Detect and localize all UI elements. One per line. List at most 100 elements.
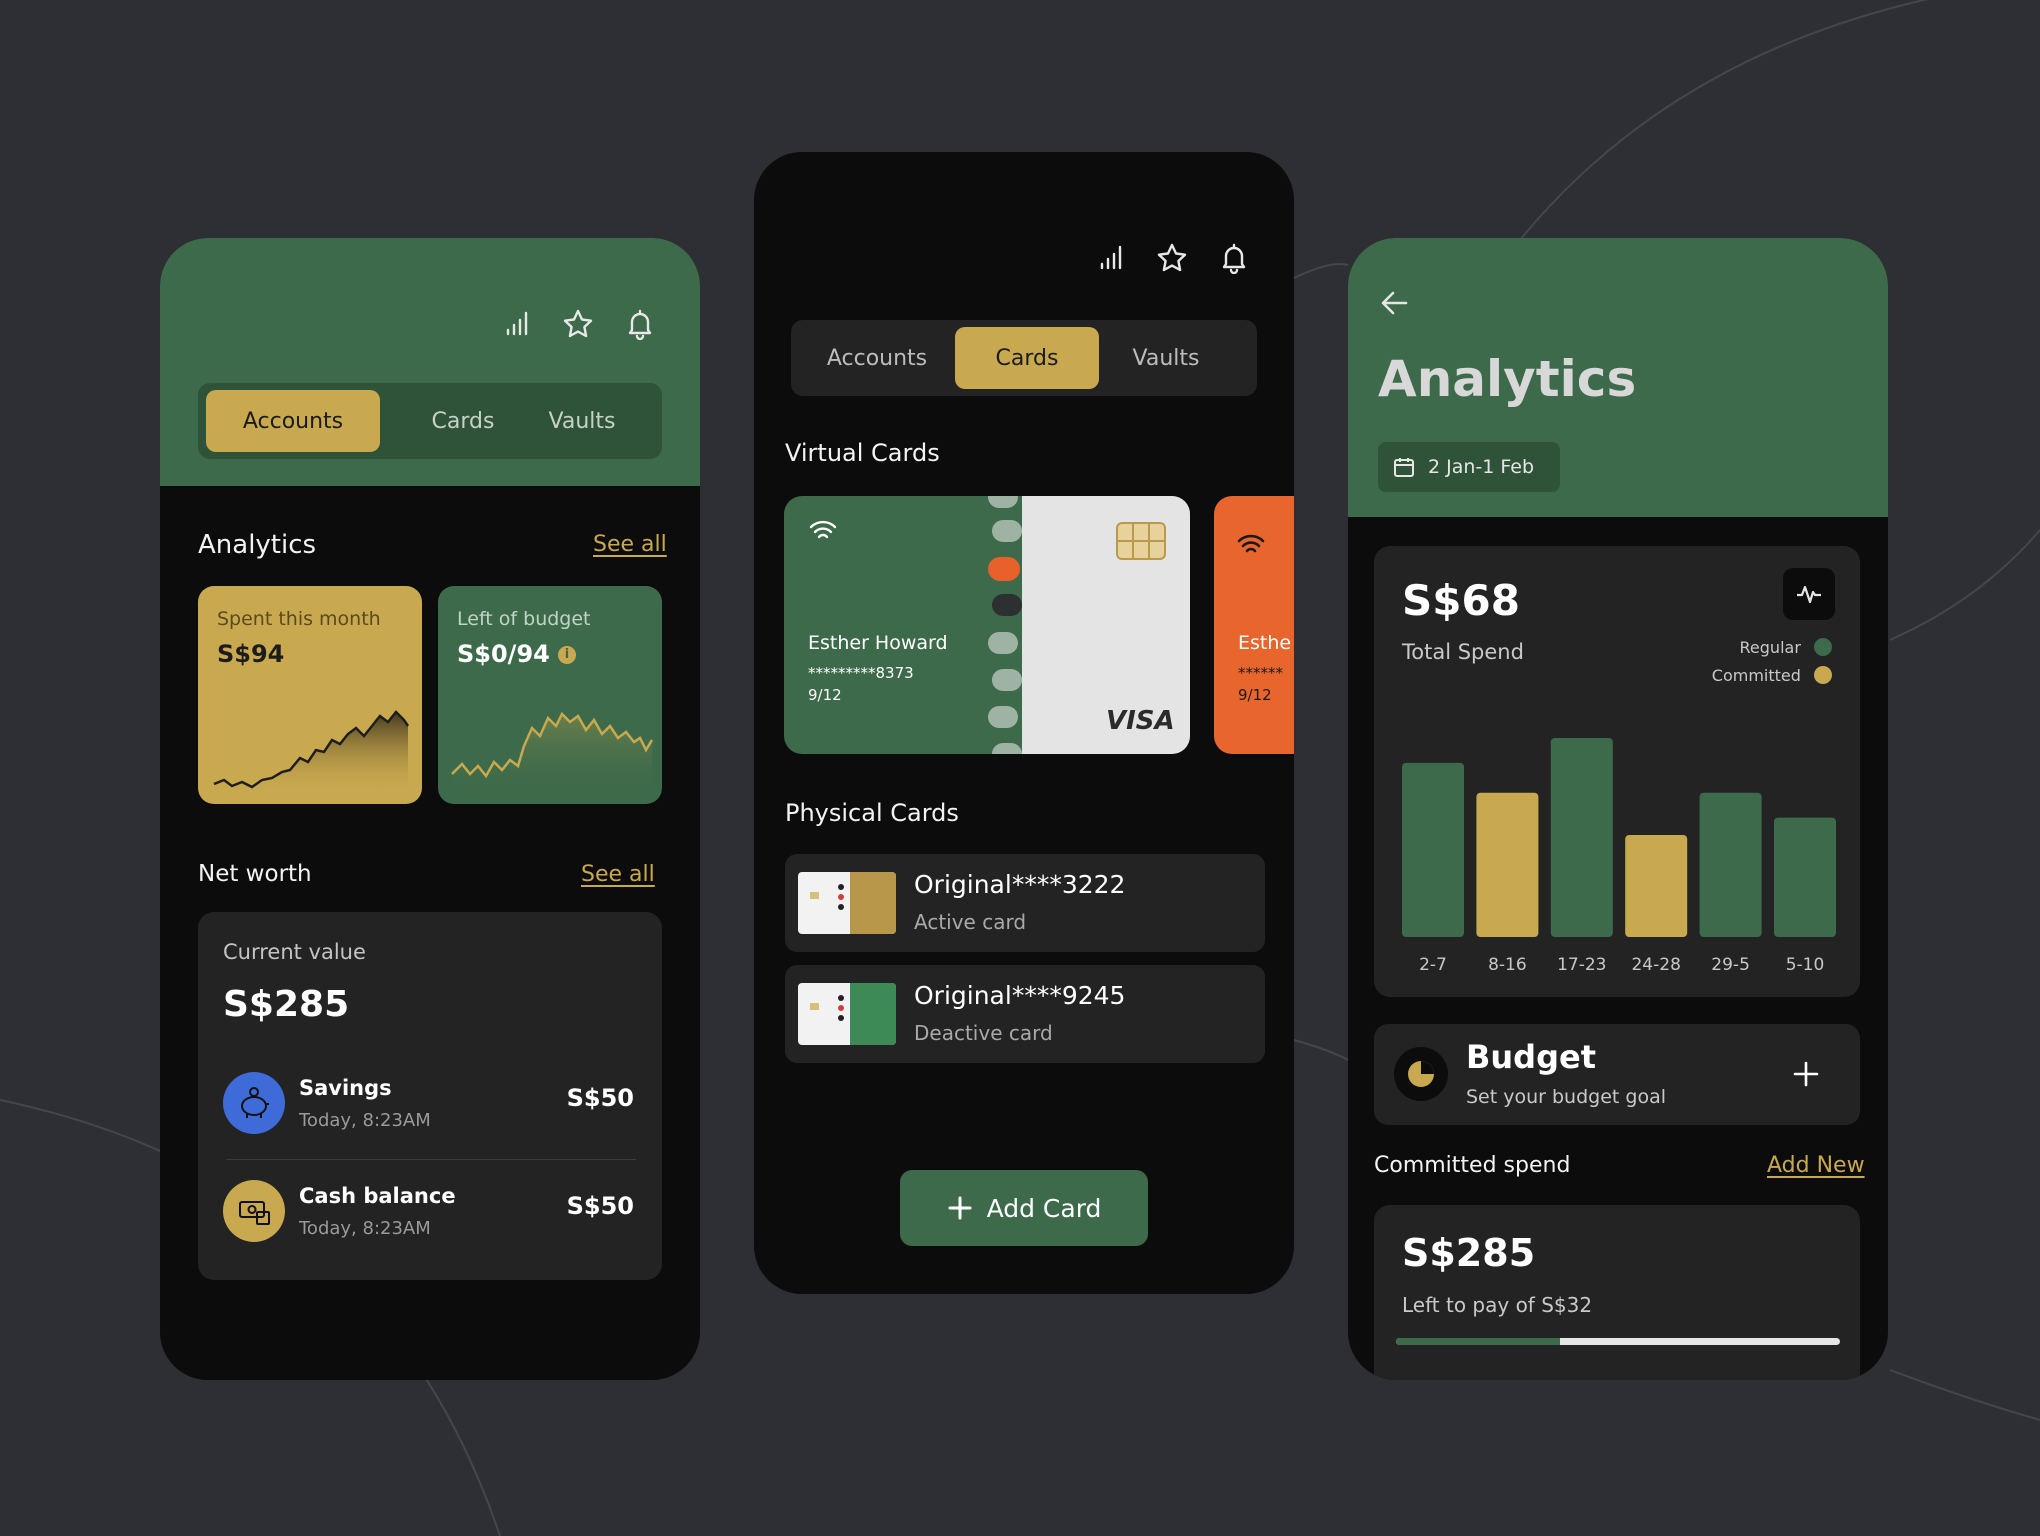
card-holder: Esthe xyxy=(1238,632,1292,654)
add-new-link[interactable]: Add New xyxy=(1767,1153,1865,1178)
physical-card-name: Original****9245 xyxy=(914,981,1126,1010)
progress-fill xyxy=(1396,1338,1561,1345)
bell-icon[interactable] xyxy=(624,308,656,340)
add-card-button[interactable]: Add Card xyxy=(900,1170,1148,1246)
left-label: Left of budget xyxy=(457,608,591,630)
committed-subtitle: Left to pay of S$32 xyxy=(1402,1293,1593,1317)
bar-regular-17-23[interactable] xyxy=(1550,738,1613,937)
analytics-screen: Analytics 2 Jan-1 Feb S$68 Total Spend R… xyxy=(1348,238,1888,1380)
page-title: Analytics xyxy=(1378,350,1637,408)
left-value: S$0/94 xyxy=(457,640,550,668)
bar-committed-24-28[interactable] xyxy=(1625,835,1688,937)
plus-icon xyxy=(948,1196,972,1220)
list-item[interactable]: Original****3222 Active card xyxy=(785,854,1265,952)
contactless-icon xyxy=(809,520,837,539)
calendar-icon xyxy=(1394,458,1414,477)
add-budget-icon[interactable] xyxy=(1792,1060,1820,1088)
progress-track xyxy=(1396,1338,1840,1345)
current-value-label: Current value xyxy=(223,940,366,964)
virtual-cards-heading: Virtual Cards xyxy=(785,439,940,467)
bell-icon[interactable] xyxy=(1218,242,1250,274)
list-item-time: Today, 8:23AM xyxy=(299,1218,431,1239)
net-worth-heading: Net worth xyxy=(198,861,312,887)
bar-regular-29-5[interactable] xyxy=(1699,792,1762,937)
list-item-name: Cash balance xyxy=(299,1184,456,1208)
back-arrow-icon[interactable] xyxy=(1378,288,1412,318)
stats-icon[interactable] xyxy=(1094,242,1126,274)
card-expiry: 9/12 xyxy=(808,686,842,704)
committed-value: S$285 xyxy=(1402,1231,1536,1275)
budget-subtitle: Set your budget goal xyxy=(1466,1086,1667,1108)
card-thumbnail xyxy=(798,872,896,934)
cash-icon xyxy=(223,1180,285,1242)
committed-spend-panel: S$285 Left to pay of S$32 xyxy=(1374,1205,1860,1380)
list-item[interactable]: Savings Today, 8:23AM S$50 xyxy=(198,1072,662,1152)
tab-accounts[interactable]: Accounts xyxy=(206,390,380,452)
current-value: S$285 xyxy=(223,984,350,1025)
spent-value: S$94 xyxy=(217,640,285,668)
visa-logo: VISA xyxy=(1106,706,1175,736)
star-icon[interactable] xyxy=(562,308,594,340)
spent-label: Spent this month xyxy=(217,608,381,630)
card-expiry: 9/12 xyxy=(1238,686,1272,704)
piggy-bank-icon xyxy=(223,1072,285,1134)
card-thumbnail xyxy=(798,983,896,1045)
x-tick-label: 5-10 xyxy=(1786,955,1825,975)
list-item[interactable]: Cash balance Today, 8:23AM S$50 xyxy=(198,1180,662,1260)
card-holder: Esther Howard xyxy=(808,632,948,654)
tab-vaults[interactable]: Vaults xyxy=(546,390,618,452)
list-item-time: Today, 8:23AM xyxy=(299,1110,431,1131)
spend-bar-chart: 2-7 8-16 17-23 24-28 29-5 5-10 xyxy=(1402,738,1836,975)
stats-icon[interactable] xyxy=(500,308,532,340)
list-item-amount: S$50 xyxy=(566,1192,634,1220)
contactless-icon xyxy=(1237,534,1265,553)
list-item-name: Savings xyxy=(299,1076,392,1100)
analytics-see-all-link[interactable]: See all xyxy=(593,532,667,557)
analytics-heading: Analytics xyxy=(198,530,317,560)
physical-card-name: Original****3222 xyxy=(914,870,1126,899)
x-tick-label: 8-16 xyxy=(1488,955,1527,975)
bar-committed-8-16[interactable] xyxy=(1476,792,1539,937)
divider xyxy=(226,1159,636,1160)
date-range-label: 2 Jan-1 Feb xyxy=(1428,456,1535,478)
chip-icon xyxy=(1116,522,1166,560)
net-worth-panel: Current value S$285 Savings Today, 8:23A… xyxy=(198,912,662,1280)
card-number: *********8373 xyxy=(808,664,914,682)
budget-sparkline xyxy=(451,711,654,796)
tab-vaults[interactable]: Vaults xyxy=(1099,327,1233,389)
cards-screen: Accounts Cards Vaults Virtual Cards Esth… xyxy=(754,152,1294,1294)
left-of-budget-card[interactable]: Left of budget S$0/94 i xyxy=(438,586,662,804)
virtual-card[interactable]: Esther Howard *********8373 9/12 VISA xyxy=(784,496,1190,754)
budget-pie-icon xyxy=(1394,1047,1448,1101)
bar-regular-2-7[interactable] xyxy=(1402,762,1464,937)
x-tick-label: 24-28 xyxy=(1631,955,1680,975)
spent-this-month-card[interactable]: Spent this month S$94 xyxy=(198,586,422,804)
total-spend-panel: S$68 Total Spend Regular Committed 2-7 8-… xyxy=(1374,546,1860,997)
add-card-label: Add Card xyxy=(986,1193,1102,1223)
list-item-amount: S$50 xyxy=(566,1084,634,1112)
info-icon[interactable]: i xyxy=(558,646,576,664)
accounts-screen: Accounts Cards Vaults Analytics See all … xyxy=(160,238,700,1380)
net-worth-see-all-link[interactable]: See all xyxy=(581,862,655,887)
card-number: ****** xyxy=(1238,664,1283,682)
card-dots xyxy=(988,496,1022,754)
x-tick-label: 17-23 xyxy=(1557,955,1606,975)
tab-cards[interactable]: Cards xyxy=(380,390,546,452)
account-tabs: Accounts Cards Vaults xyxy=(198,383,662,459)
spent-sparkline xyxy=(213,710,410,796)
x-tick-label: 2-7 xyxy=(1419,955,1447,975)
star-icon[interactable] xyxy=(1156,242,1188,274)
list-item[interactable]: Original****9245 Deactive card xyxy=(785,965,1265,1063)
date-range-chip[interactable]: 2 Jan-1 Feb xyxy=(1378,442,1560,492)
tab-cards[interactable]: Cards xyxy=(955,327,1099,389)
physical-card-status: Deactive card xyxy=(914,1021,1053,1045)
card-tabs: Accounts Cards Vaults xyxy=(791,320,1257,396)
virtual-card-secondary[interactable]: Esthe ****** 9/12 xyxy=(1214,496,1294,754)
committed-spend-heading: Committed spend xyxy=(1374,1153,1571,1178)
bar-regular-5-10[interactable] xyxy=(1774,817,1836,937)
physical-card-status: Active card xyxy=(914,910,1027,934)
tab-accounts[interactable]: Accounts xyxy=(799,327,955,389)
budget-title: Budget xyxy=(1466,1038,1596,1076)
x-tick-label: 29-5 xyxy=(1711,955,1750,975)
budget-panel[interactable]: Budget Set your budget goal xyxy=(1374,1024,1860,1125)
